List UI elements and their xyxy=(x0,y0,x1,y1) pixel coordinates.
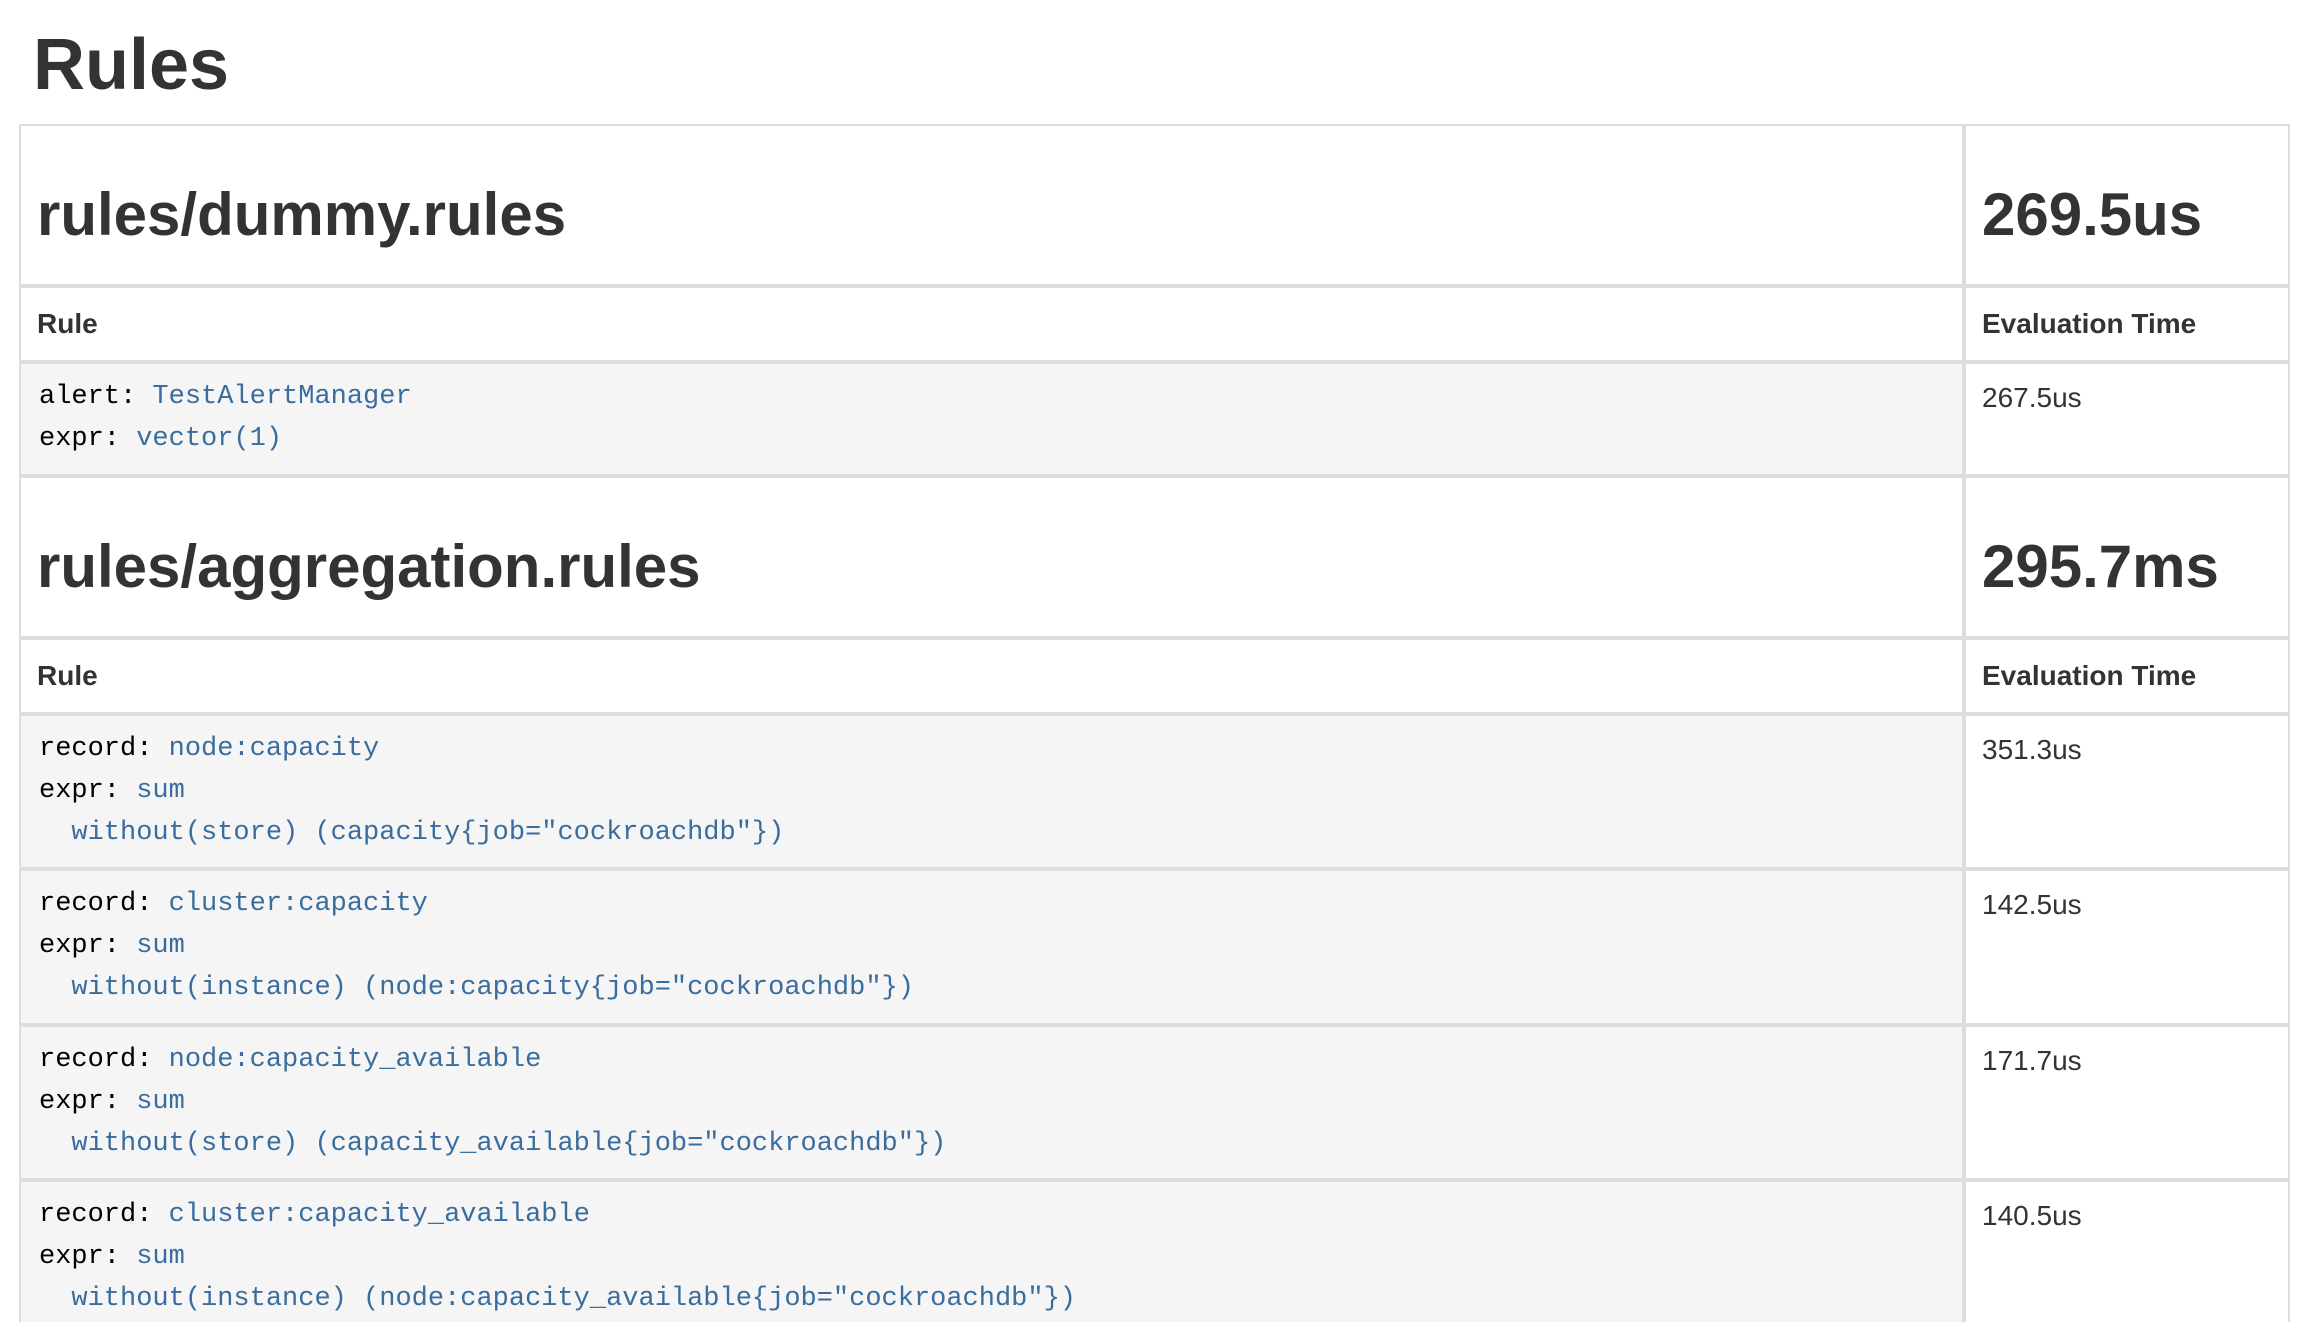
rule-part-keyword: record: xyxy=(39,1200,169,1230)
eval-time-column-header: Evaluation Time xyxy=(1964,286,2290,362)
rule-part-link[interactable]: sum without(store) (capacity_available{j… xyxy=(39,1087,946,1159)
rule-eval-time: 142.5us xyxy=(1964,869,2290,1025)
rule-row: record: cluster:capacity expr: sum witho… xyxy=(19,869,2290,1025)
rule-group-file-cell: rules/dummy.rules xyxy=(19,124,1964,286)
rule-row: alert: TestAlertManager expr: vector(1)2… xyxy=(19,362,2290,476)
rule-part-link[interactable]: node:capacity xyxy=(169,734,380,764)
rule-definition: record: cluster:capacity_available expr:… xyxy=(39,1195,1944,1321)
rule-definition-cell: record: node:capacity_available expr: su… xyxy=(19,1025,1964,1181)
rule-group-eval-time-cell: 295.7ms xyxy=(1964,476,2290,638)
rule-group-name: rules/dummy.rules xyxy=(37,182,1946,248)
rule-column-header: Rule xyxy=(19,286,1964,362)
rule-part-link[interactable]: vector(1) xyxy=(136,424,282,454)
rule-part-keyword: record: xyxy=(39,734,169,764)
rule-groups-container: rules/dummy.rules 269.5us Rule Evaluatio… xyxy=(19,124,2290,1322)
rule-part-link[interactable]: sum without(store) (capacity{job="cockro… xyxy=(39,776,784,848)
rule-part-keyword: expr: xyxy=(39,1087,136,1117)
rule-part-keyword: expr: xyxy=(39,776,136,806)
rule-eval-time: 267.5us xyxy=(1964,362,2290,476)
rule-definition: alert: TestAlertManager expr: vector(1) xyxy=(39,377,1944,461)
rule-eval-time: 351.3us xyxy=(1964,714,2290,870)
rule-part-link[interactable]: cluster:capacity xyxy=(169,889,428,919)
rule-definition-cell: record: cluster:capacity expr: sum witho… xyxy=(19,869,1964,1025)
rule-group-file-cell: rules/aggregation.rules xyxy=(19,476,1964,638)
rule-group-eval-time-cell: 269.5us xyxy=(1964,124,2290,286)
rule-group-table: rules/aggregation.rules 295.7ms Rule Eva… xyxy=(19,476,2290,1322)
rule-part-keyword: alert: xyxy=(39,382,152,412)
rule-definition: record: node:capacity expr: sum without(… xyxy=(39,729,1944,855)
rule-definition: record: node:capacity_available expr: su… xyxy=(39,1040,1944,1166)
rule-part-link[interactable]: cluster:capacity_available xyxy=(169,1200,590,1230)
rule-part-keyword: expr: xyxy=(39,931,136,961)
rule-part-link[interactable]: TestAlertManager xyxy=(152,382,411,412)
rule-row: record: node:capacity_available expr: su… xyxy=(19,1025,2290,1181)
rule-eval-time: 140.5us xyxy=(1964,1180,2290,1322)
rule-definition-cell: alert: TestAlertManager expr: vector(1) xyxy=(19,362,1964,476)
column-header-row: Rule Evaluation Time xyxy=(19,638,2290,714)
rule-part-link[interactable]: node:capacity_available xyxy=(169,1045,542,1075)
rule-definition-cell: record: cluster:capacity_available expr:… xyxy=(19,1180,1964,1322)
rule-group-eval-time: 269.5us xyxy=(1982,182,2272,248)
rule-group-header-row: rules/dummy.rules 269.5us xyxy=(19,124,2290,286)
rule-part-keyword: record: xyxy=(39,889,169,919)
rule-part-keyword: expr: xyxy=(39,1242,136,1272)
rules-page: Rules rules/dummy.rules 269.5us Rule Eva… xyxy=(0,26,2316,1322)
rule-part-link[interactable]: sum without(instance) (node:capacity_ava… xyxy=(39,1242,1076,1314)
rule-eval-time: 171.7us xyxy=(1964,1025,2290,1181)
rule-group-table: rules/dummy.rules 269.5us Rule Evaluatio… xyxy=(19,124,2290,476)
rule-group-name: rules/aggregation.rules xyxy=(37,534,1946,600)
rule-definition-cell: record: node:capacity expr: sum without(… xyxy=(19,714,1964,870)
rule-group-eval-time: 295.7ms xyxy=(1982,534,2272,600)
rule-part-link[interactable]: sum without(instance) (node:capacity{job… xyxy=(39,931,914,1003)
rule-row: record: cluster:capacity_available expr:… xyxy=(19,1180,2290,1322)
eval-time-column-header: Evaluation Time xyxy=(1964,638,2290,714)
rule-definition: record: cluster:capacity expr: sum witho… xyxy=(39,884,1944,1010)
rule-column-header: Rule xyxy=(19,638,1964,714)
page-title: Rules xyxy=(33,26,2290,105)
rule-row: record: node:capacity expr: sum without(… xyxy=(19,714,2290,870)
rule-part-keyword: expr: xyxy=(39,424,136,454)
rule-group-header-row: rules/aggregation.rules 295.7ms xyxy=(19,476,2290,638)
column-header-row: Rule Evaluation Time xyxy=(19,286,2290,362)
rule-part-keyword: record: xyxy=(39,1045,169,1075)
